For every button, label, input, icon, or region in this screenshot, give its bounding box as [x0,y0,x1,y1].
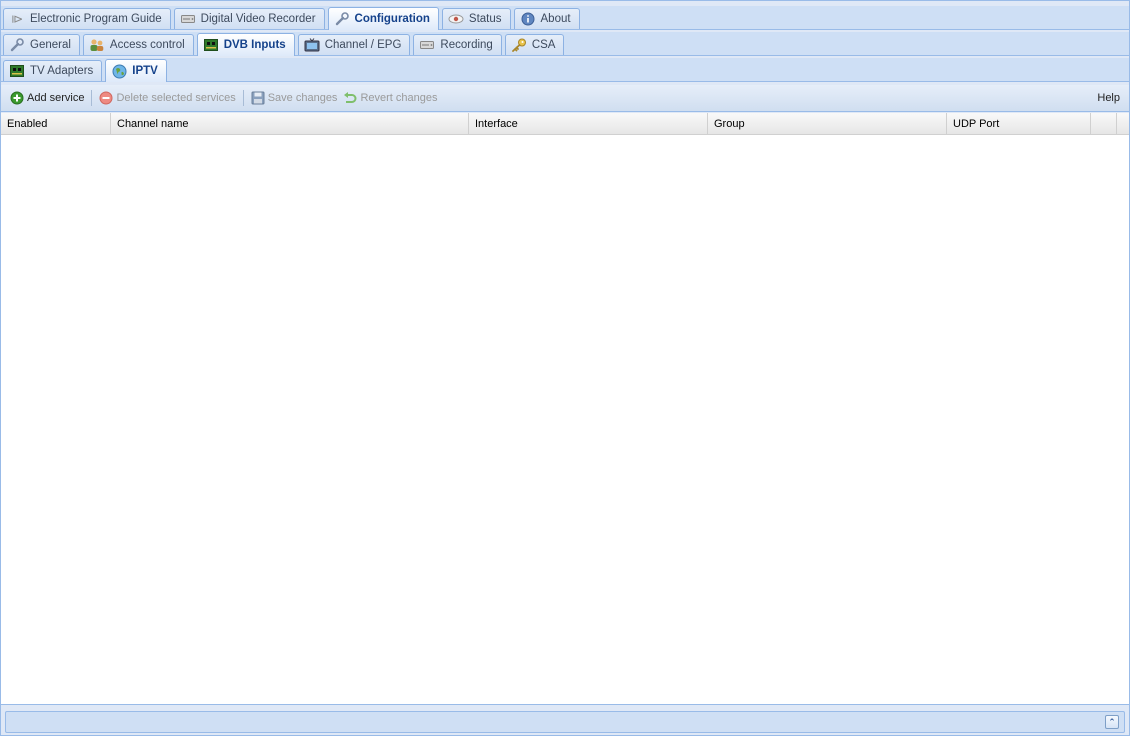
main-tab-bar: ⧐ Electronic Program Guide Digital Video… [1,6,1129,30]
tab-csa[interactable]: CSA [504,34,565,55]
column-header-label: Channel name [117,118,189,130]
wrench-icon [9,37,25,53]
tab-label: Electronic Program Guide [30,13,162,25]
tab-general[interactable]: General [3,34,80,55]
tab-label: CSA [531,39,556,51]
tvheadend-app: ⧐ Electronic Program Guide Digital Video… [0,0,1130,736]
help-button[interactable]: Help [1094,88,1123,108]
column-header-label: Group [714,118,745,130]
delete-icon [99,91,113,105]
tab-label: Access control [109,39,185,51]
tab-label: Channel / EPG [324,39,402,51]
tab-label: Status [468,13,502,25]
eye-icon [448,11,464,27]
tab-label: About [540,13,571,25]
column-header-label: Enabled [7,118,48,130]
tab-tv-adapters[interactable]: TV Adapters [3,60,103,81]
grid-header: Enabled Channel name Interface Group UDP… [1,113,1129,135]
key-icon [511,37,527,53]
tab-digital-video-recorder[interactable]: Digital Video Recorder [173,8,325,29]
input-tab-bar: TV Adapters IPTV [1,58,1129,82]
save-changes-label: Save changes [267,92,338,104]
tab-channel-epg[interactable]: Channel / EPG [297,34,411,55]
column-header-extra[interactable] [1091,113,1117,135]
column-header-udp-port[interactable]: UDP Port [947,113,1091,135]
revert-icon [343,91,357,105]
tab-about[interactable]: About [513,8,580,29]
column-header-label: Interface [475,118,518,130]
add-service-button[interactable]: Add service [7,88,87,108]
wrench-icon [334,11,350,27]
column-header-label: UDP Port [953,118,1000,130]
tab-label: Configuration [354,13,430,25]
bottom-panel-bar: ⌃ [5,711,1125,733]
tab-recording[interactable]: Recording [413,34,502,55]
tab-label: IPTV [132,65,158,77]
tab-iptv[interactable]: IPTV [105,59,167,82]
add-service-label: Add service [27,92,85,104]
tab-label: Digital Video Recorder [200,13,316,25]
column-header-interface[interactable]: Interface [469,113,708,135]
save-changes-button[interactable]: Save changes [248,88,341,108]
revert-changes-label: Revert changes [360,92,438,104]
column-header-channel-name[interactable]: Channel name [111,113,469,135]
users-icon [89,37,105,53]
tab-label: DVB Inputs [223,39,286,51]
services-toolbar: Add service Delete selected services Sav… [1,85,1129,112]
card-icon [9,63,25,79]
tab-label: TV Adapters [30,65,94,77]
config-tab-bar: General Access control DVB Inputs Channe… [1,32,1129,56]
tab-label: General [30,39,71,51]
save-icon [251,91,265,105]
column-header-enabled[interactable]: Enabled [1,113,111,135]
grid-body [1,135,1129,703]
column-header-group[interactable]: Group [708,113,947,135]
revert-changes-button[interactable]: Revert changes [340,88,440,108]
recorder-icon [180,11,196,27]
expand-panel-button[interactable]: ⌃ [1105,715,1119,729]
tag-icon: ⧐ [11,12,23,26]
delete-selected-label: Delete selected services [116,92,236,104]
card-icon [203,37,219,53]
toolbar-separator [242,90,244,106]
help-label: Help [1097,92,1120,104]
tab-access-control[interactable]: Access control [82,34,194,55]
tab-dvb-inputs[interactable]: DVB Inputs [196,33,295,56]
info-icon [520,11,536,27]
toolbar-separator [91,90,93,106]
tab-configuration[interactable]: Configuration [327,7,439,30]
add-icon [10,91,24,105]
double-chevron-up-icon: ⌃ [1108,716,1116,727]
delete-selected-services-button[interactable]: Delete selected services [96,88,238,108]
iptv-services-grid: Enabled Channel name Interface Group UDP… [1,113,1129,705]
recorder-icon [419,37,435,53]
tv-icon [304,37,320,53]
tab-status[interactable]: Status [441,8,511,29]
globe-icon [111,63,127,79]
tab-electronic-program-guide[interactable]: ⧐ Electronic Program Guide [3,8,171,29]
tab-label: Recording [440,39,493,51]
